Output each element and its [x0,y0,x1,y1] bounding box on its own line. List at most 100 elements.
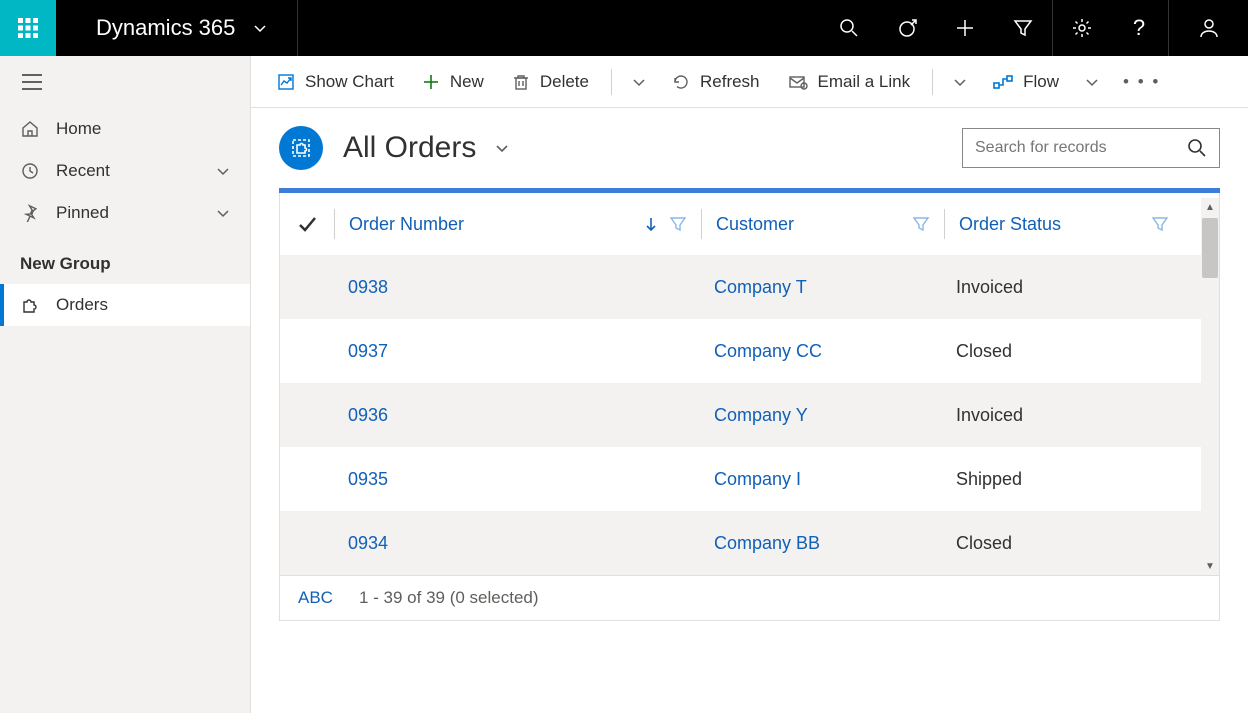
cmd-label: Delete [540,72,589,92]
cell-customer[interactable]: Company Y [700,405,942,426]
email-split-button[interactable] [943,69,977,95]
funnel-icon [1013,18,1033,38]
search-icon [1187,138,1207,158]
column-header-order-status[interactable]: Order Status [945,214,1183,235]
add-button[interactable] [936,0,994,56]
brand-switcher[interactable]: Dynamics 365 [56,0,298,56]
chevron-down-icon [953,75,967,89]
search-records-box[interactable] [962,128,1220,168]
sidebar-item-orders[interactable]: Orders [0,284,250,326]
column-label: Order Status [959,214,1141,235]
search-button[interactable] [820,0,878,56]
filter-icon[interactable] [669,215,687,233]
cell-customer[interactable]: Company CC [700,341,942,362]
filter-icon[interactable] [1151,215,1169,233]
brand-label: Dynamics 365 [96,15,235,41]
grid-header-row: Order Number Customer [280,193,1219,255]
flow-button[interactable]: Flow [981,66,1071,98]
person-icon [1198,17,1220,39]
cmd-label: Email a Link [818,72,911,92]
trash-icon [512,73,530,91]
cmd-label: New [450,72,484,92]
task-button[interactable] [878,0,936,56]
cell-order-number[interactable]: 0934 [334,533,700,554]
hamburger-icon [22,73,42,91]
plus-icon [955,18,975,38]
select-all-checkbox[interactable] [280,213,334,235]
vertical-scrollbar[interactable]: ▲ ▼ [1201,198,1219,575]
sidebar: Home Recent Pinned New Group Orde [0,56,251,713]
sidebar-item-home[interactable]: Home [0,108,250,150]
chart-icon [277,73,295,91]
table-row[interactable]: 0937Company CCClosed [280,319,1219,383]
table-row[interactable]: 0938Company TInvoiced [280,255,1219,319]
table-row[interactable]: 0935Company IShipped [280,447,1219,511]
flow-icon [993,73,1013,91]
target-icon [897,18,917,38]
flow-split-button[interactable] [1075,69,1109,95]
cell-customer[interactable]: Company BB [700,533,942,554]
entity-badge [279,126,323,170]
view-selector[interactable]: All Orders [343,131,510,165]
global-topbar: Dynamics 365 ? [0,0,1248,56]
cell-order-number[interactable]: 0938 [334,277,700,298]
sidebar-toggle[interactable] [0,56,250,108]
scrollbar-thumb[interactable] [1202,218,1218,278]
command-bar: Show Chart New Delete [251,56,1248,108]
column-header-customer[interactable]: Customer [702,214,944,235]
sidebar-item-pinned[interactable]: Pinned [0,192,250,234]
chevron-down-icon [216,206,230,220]
topbar-actions: ? [820,0,1248,56]
column-header-order-number[interactable]: Order Number [335,214,701,235]
cell-order-number[interactable]: 0935 [334,469,700,490]
view-header: All Orders [251,108,1248,188]
sidebar-item-label: Recent [56,161,110,181]
refresh-button[interactable]: Refresh [660,66,772,98]
sidebar-item-recent[interactable]: Recent [0,150,250,192]
sidebar-group-label: New Group [0,234,250,284]
cell-order-status: Invoiced [942,405,1180,426]
cell-order-status: Shipped [942,469,1180,490]
cell-order-number[interactable]: 0937 [334,341,700,362]
overflow-button[interactable]: • • • [1113,66,1170,98]
cell-customer[interactable]: Company I [700,469,942,490]
table-row[interactable]: 0936Company YInvoiced [280,383,1219,447]
waffle-icon [18,18,38,38]
refresh-icon [672,73,690,91]
new-button[interactable]: New [410,66,496,98]
account-button[interactable] [1168,0,1248,56]
search-input[interactable] [975,139,1187,157]
filter-button[interactable] [994,0,1052,56]
cell-order-number[interactable]: 0936 [334,405,700,426]
settings-button[interactable] [1052,0,1110,56]
scroll-up-icon[interactable]: ▲ [1201,198,1219,216]
filter-icon[interactable] [912,215,930,233]
mail-icon [788,73,808,91]
show-chart-button[interactable]: Show Chart [265,66,406,98]
chevron-down-icon [1085,75,1099,89]
sidebar-item-label: Orders [56,295,108,315]
search-icon [839,18,859,38]
sidebar-item-label: Home [56,119,101,139]
grid-footer: ABC 1 - 39 of 39 (0 selected) [279,575,1220,621]
app-launcher-button[interactable] [0,0,56,56]
delete-split-button[interactable] [622,69,656,95]
main-content: Show Chart New Delete [251,56,1248,713]
gear-icon [1072,18,1092,38]
check-icon [296,213,318,235]
question-icon: ? [1133,15,1145,41]
scroll-down-icon[interactable]: ▼ [1201,557,1219,575]
chevron-down-icon [253,21,267,35]
cell-order-status: Closed [942,341,1180,362]
more-icon: • • • [1123,72,1160,91]
delete-button[interactable]: Delete [500,66,601,98]
chevron-down-icon [216,164,230,178]
jump-bar[interactable]: ABC [298,588,333,608]
grid: Order Number Customer [279,188,1220,575]
cell-customer[interactable]: Company T [700,277,942,298]
table-row[interactable]: 0934Company BBClosed [280,511,1219,575]
email-link-button[interactable]: Email a Link [776,66,923,98]
help-button[interactable]: ? [1110,0,1168,56]
cell-order-status: Invoiced [942,277,1180,298]
plus-icon [422,73,440,91]
